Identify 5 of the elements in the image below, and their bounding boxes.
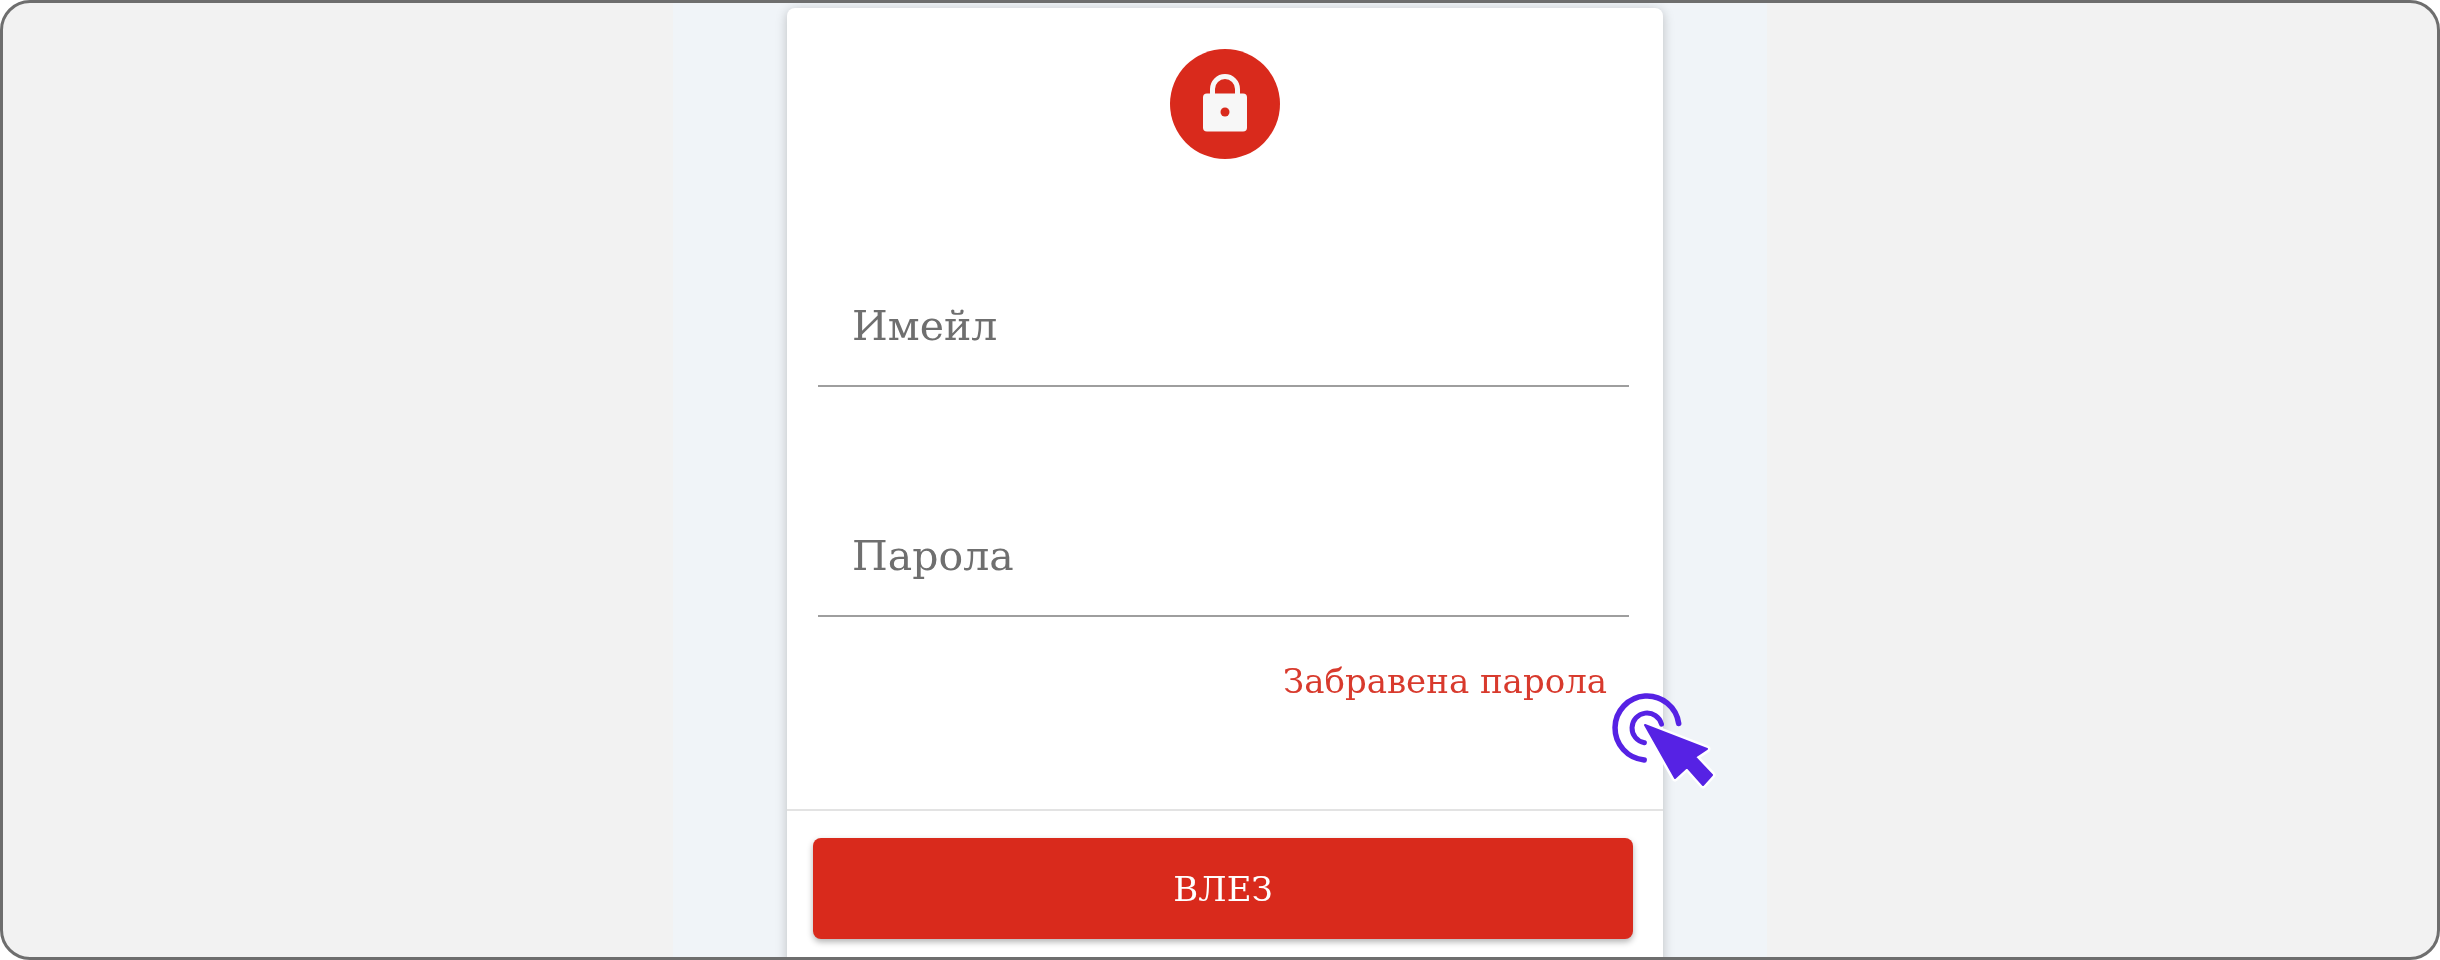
forgot-password-link[interactable]: Забравена парола (1283, 661, 1607, 701)
lock-icon (1170, 49, 1280, 159)
input-field[interactable]: Имейл (818, 291, 1629, 387)
input-field[interactable]: Парола (818, 521, 1629, 617)
login-button[interactable]: ВЛЕЗ (813, 838, 1633, 939)
